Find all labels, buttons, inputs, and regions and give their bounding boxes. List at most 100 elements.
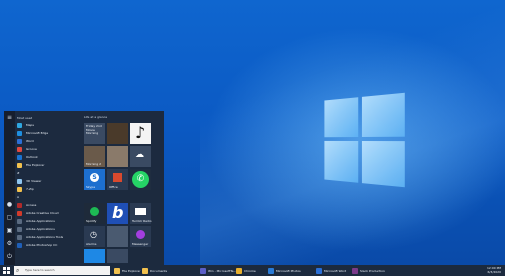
- spotify-icon: [90, 207, 99, 216]
- logo-pane-4: [361, 141, 405, 188]
- calendar-tile[interactable]: Friday 2nd Movie Morning: [84, 123, 105, 144]
- music-tile[interactable]: ♪: [130, 123, 151, 144]
- weather-tile[interactable]: ☁: [130, 146, 151, 167]
- skype-label: Skype: [86, 185, 96, 189]
- start-menu: ≡ ● ▢ ▣ ⚙ ⏻ Most used Maps Microsoft Edge…: [4, 111, 164, 265]
- app-label: A: [17, 194, 20, 199]
- app-label: Microsoft Edge: [26, 130, 49, 135]
- app-label: Adobe Applications Tools: [26, 234, 64, 239]
- taskbar-item-label: Documents: [150, 268, 168, 273]
- taskbar-item-label: Microsoft Word: [324, 268, 347, 273]
- taskbar-item[interactable]: Chrome: [236, 267, 256, 274]
- cloud-icon: ☁: [135, 150, 144, 160]
- calendar-text: Friday 2nd Movie Morning: [86, 124, 102, 135]
- app-label: Adobe Applications: [26, 218, 55, 223]
- messenger-icon: [136, 230, 145, 239]
- radio-label: Tumblr Radio: [132, 219, 152, 223]
- app-icon: [17, 154, 22, 160]
- app-list-item[interactable]: Adobe Applications: [17, 225, 81, 233]
- alarms-tile[interactable]: ◷ Alarms: [84, 226, 105, 247]
- spotify-tile[interactable]: Spotify: [84, 203, 105, 224]
- office-label: Office: [109, 185, 118, 189]
- messenger-tile[interactable]: Messenger: [130, 226, 151, 247]
- messenger-label: Messenger: [132, 242, 149, 246]
- people-tile[interactable]: [107, 146, 128, 167]
- app-icon: [17, 202, 22, 208]
- taskbar-item[interactable]: Documents: [142, 267, 167, 274]
- photo-tile[interactable]: [107, 123, 128, 144]
- taskbar-app-icon: [268, 267, 274, 274]
- windows-logo: [324, 92, 405, 188]
- app-list-item[interactable]: Word: [17, 137, 81, 145]
- app-list-item[interactable]: Adobe Creative Cloud: [17, 209, 81, 217]
- app-label: Adobe Applications: [26, 226, 55, 231]
- radio-icon: [135, 208, 146, 215]
- app-list-item[interactable]: 7-Zip: [17, 185, 81, 193]
- app-icon: [17, 242, 22, 248]
- start-button[interactable]: [3, 267, 10, 274]
- app-label: Adobe Photoshop CC: [26, 242, 58, 247]
- taskbar-item-label: Chrome: [244, 268, 256, 273]
- app-list-item[interactable]: Outlook: [17, 153, 81, 161]
- logo-pane-2: [361, 92, 405, 137]
- app-label: 3D Viewer: [26, 178, 42, 183]
- whatsapp-tile[interactable]: ✆: [130, 169, 151, 190]
- search-box[interactable]: ⌕ Type here to search: [14, 266, 110, 275]
- taskbar-app-icon: [200, 267, 206, 274]
- app-list-item[interactable]: Adobe Photoshop CC: [17, 241, 81, 249]
- app-list-letter[interactable]: A: [17, 193, 81, 201]
- taskbar-item-label: Microsoft Photos: [276, 268, 301, 273]
- taskbar-item[interactable]: Win - MicrosoftTe...: [200, 267, 236, 274]
- app-icon: [17, 226, 22, 232]
- taskbar-app-icon: [352, 267, 358, 274]
- bing-letter: b: [112, 203, 124, 222]
- taskbar-item-label: Win - MicrosoftTe...: [208, 268, 237, 273]
- app-list-item[interactable]: File Explorer: [17, 161, 81, 169]
- radio-tile[interactable]: Tumblr Radio: [130, 203, 152, 224]
- app-list-item[interactable]: Maps: [17, 121, 81, 129]
- taskbar-item[interactable]: File Explorer: [114, 267, 140, 274]
- photos-tile[interactable]: Morning 2: [84, 146, 105, 167]
- app-icon: [17, 130, 22, 136]
- app-label: #: [17, 170, 20, 175]
- skype-tile[interactable]: S Skype: [84, 169, 105, 190]
- app-list-letter[interactable]: #: [17, 169, 81, 177]
- logo-pane-1: [324, 97, 359, 138]
- app-label: Word: [26, 138, 34, 143]
- tile-grid: Life at a glance Friday 2nd Movie Mornin…: [84, 115, 164, 265]
- taskbar-item-label: File Explorer: [122, 268, 141, 273]
- taskbar-app-icon: [142, 267, 148, 274]
- app-label: Outlook: [26, 154, 38, 159]
- taskbar-item[interactable]: Microsoft Word: [316, 267, 346, 274]
- bottom-tile-left[interactable]: [84, 249, 105, 263]
- app-label: 7-Zip: [26, 186, 34, 191]
- settings-icon[interactable]: ⚙: [6, 240, 13, 247]
- app-list-item[interactable]: Adobe Applications Tools: [17, 233, 81, 241]
- app-list-item[interactable]: 3D Viewer: [17, 177, 81, 185]
- app-list: Most used Maps Microsoft Edge Word Groove Ou…: [17, 115, 81, 265]
- app-label: Access: [26, 202, 37, 207]
- office-tile[interactable]: Office: [107, 169, 128, 190]
- bottom-tile-mid[interactable]: [107, 249, 128, 263]
- app-label: File Explorer: [26, 162, 45, 167]
- taskbar: ⌕ Type here to search File Explorer Docum…: [0, 265, 505, 276]
- app-list-item[interactable]: Access: [17, 201, 81, 209]
- taskbar-item[interactable]: Microsoft Photos: [268, 267, 301, 274]
- taskbar-item[interactable]: Slack Production: [352, 267, 385, 274]
- alarms-label: Alarms: [86, 242, 97, 246]
- app-list-item[interactable]: Adobe Applications: [17, 217, 81, 225]
- app-list-item[interactable]: Microsoft Edge: [17, 129, 81, 137]
- app-icon: [17, 234, 22, 240]
- pictures-icon[interactable]: ▣: [6, 227, 13, 234]
- news-tile[interactable]: [107, 226, 128, 247]
- documents-icon[interactable]: ▢: [6, 214, 13, 221]
- music-note-icon: ♪: [135, 123, 146, 142]
- system-tray-clock[interactable]: 12:00 PM 6/3/2020: [487, 266, 501, 274]
- bing-tile[interactable]: b: [107, 203, 128, 224]
- user-icon[interactable]: ●: [6, 201, 13, 208]
- power-icon[interactable]: ⏻: [6, 253, 13, 260]
- hamburger-icon[interactable]: ≡: [6, 114, 13, 121]
- app-icon: [17, 218, 22, 224]
- app-list-item[interactable]: Groove: [17, 145, 81, 153]
- app-icon: [17, 146, 22, 152]
